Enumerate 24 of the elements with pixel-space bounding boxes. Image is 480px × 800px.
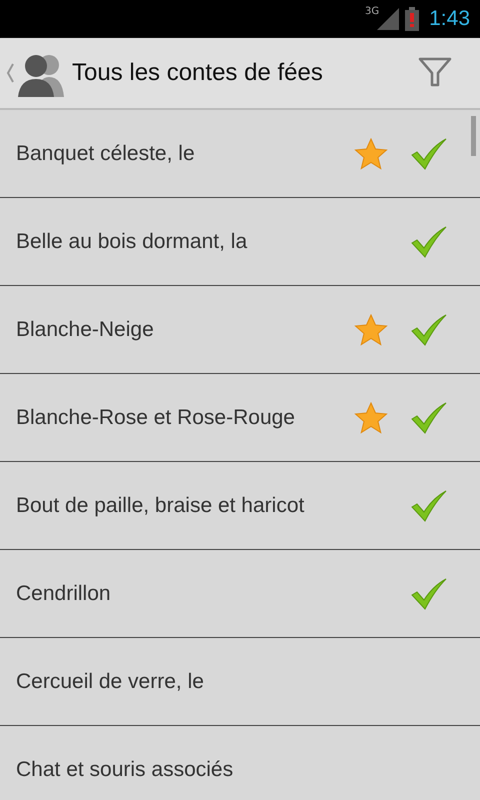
tale-row[interactable]: Cendrillon [0,550,480,638]
clock: 1:43 [429,7,470,31]
network-label: 3G [365,6,380,17]
tale-title: Blanche-Rose et Rose-Rouge [16,406,296,430]
tale-row[interactable]: Bout de paille, braise et haricot [0,462,480,550]
screen-title: Tous les contes de fées [72,59,324,87]
tale-row[interactable]: Cercueil de verre, le [0,638,480,726]
scrollbar[interactable] [471,116,476,156]
chevron-icon [6,63,14,83]
filter-icon [418,56,452,86]
tale-row[interactable]: Belle au bois dormant, la [0,198,480,286]
battery-icon [405,7,420,31]
tale-row[interactable]: Banquet céleste, le [0,110,480,198]
tale-row[interactable]: Chat et souris associés [0,726,480,800]
tale-title: Banquet céleste, le [16,142,196,166]
tale-row[interactable]: Blanche-Rose et Rose-Rouge [0,374,480,462]
tale-title: Cendrillon [16,582,112,606]
tale-title: Cercueil de verre, le [16,670,205,694]
tale-row[interactable]: Blanche-Neige [0,286,480,374]
tale-title: Bout de paille, braise et haricot [16,494,306,518]
tale-title: Chat et souris associés [16,758,234,782]
signal-icon [377,8,400,30]
tale-title: Blanche-Neige [16,318,155,342]
tale-title: Belle au bois dormant, la [16,230,248,254]
